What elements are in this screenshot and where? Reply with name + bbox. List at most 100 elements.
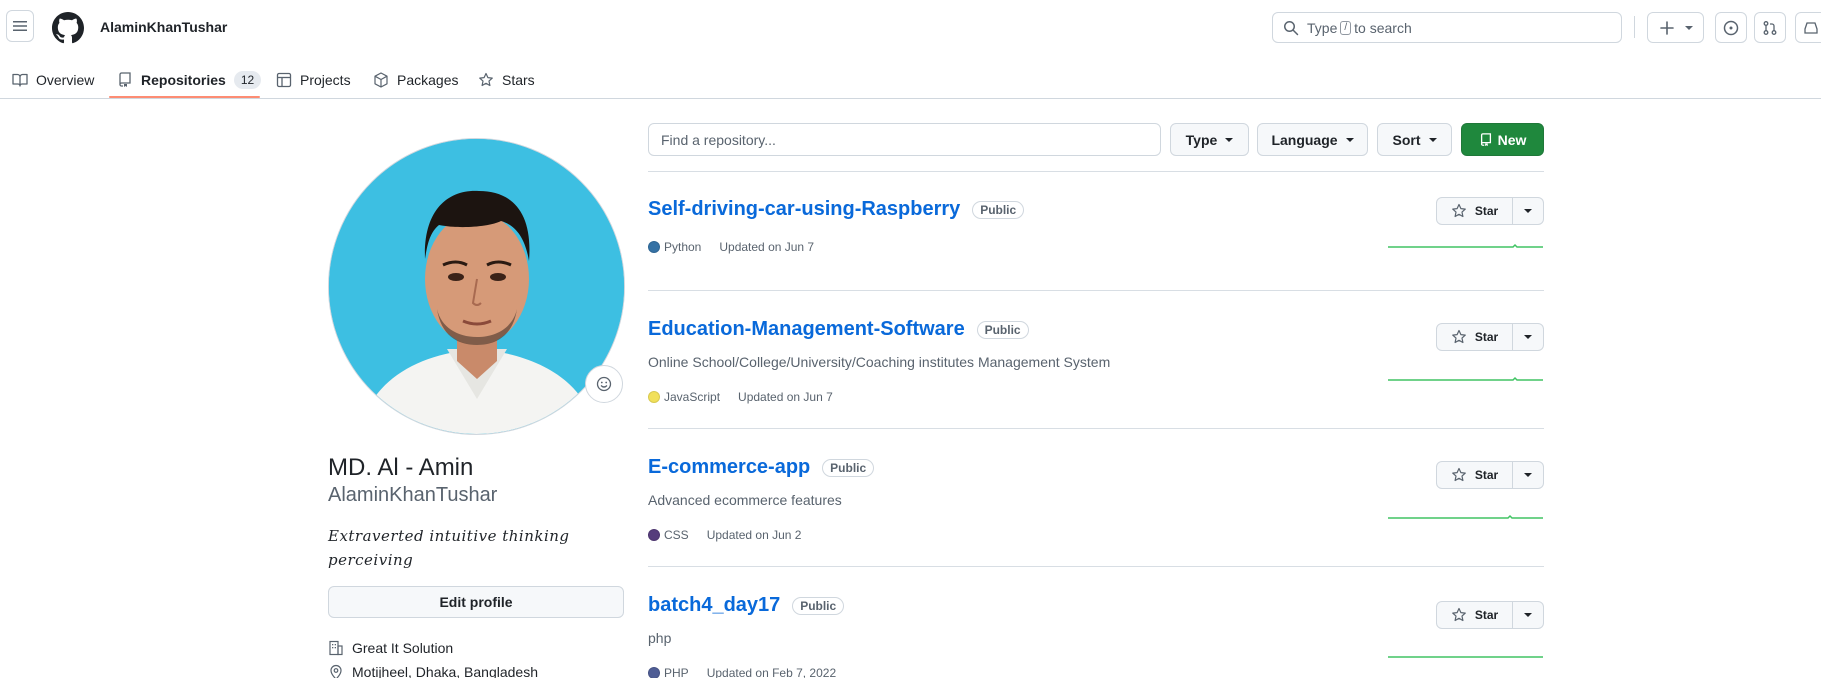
chevron-down-icon xyxy=(1345,137,1354,142)
inbox-button[interactable] xyxy=(1795,12,1821,43)
set-status-button[interactable] xyxy=(585,365,623,403)
star-button[interactable]: Star xyxy=(1436,461,1513,489)
book-icon xyxy=(12,73,28,87)
tab-repositories-label: Repositories xyxy=(141,71,226,88)
repo-language: CSS xyxy=(664,528,689,542)
repo-meta: CSS Updated on Jun 2 xyxy=(648,528,801,542)
profile-location: Motijheel, Dhaka, Bangladesh xyxy=(328,664,538,678)
tab-packages-label: Packages xyxy=(397,71,459,88)
star-label: Star xyxy=(1474,330,1499,344)
repo-meta: PHP Updated on Feb 7, 2022 xyxy=(648,666,836,678)
repo-name-link[interactable]: E-commerce-app xyxy=(648,456,810,479)
top-header: AlaminKhanTushar Type / to search xyxy=(0,0,1821,54)
profile-avatar[interactable] xyxy=(328,138,625,435)
repo-updated: Updated on Jun 2 xyxy=(706,528,802,542)
star-button-group: Star xyxy=(1436,323,1544,351)
star-list-dropdown[interactable] xyxy=(1513,461,1544,489)
hamburger-menu-button[interactable] xyxy=(6,10,34,42)
star-list-dropdown[interactable] xyxy=(1513,323,1544,351)
repo-description: Online School/College/University/Coachin… xyxy=(648,354,1111,370)
type-filter-label: Type xyxy=(1185,131,1218,148)
star-button[interactable]: Star xyxy=(1436,323,1513,351)
repo-count-badge: 12 xyxy=(233,70,262,89)
list-divider xyxy=(648,428,1544,429)
edit-profile-button[interactable]: Edit profile xyxy=(328,586,624,618)
list-divider xyxy=(648,171,1544,172)
tab-projects[interactable]: Projects xyxy=(276,60,351,99)
star-list-dropdown[interactable] xyxy=(1513,601,1544,629)
active-tab-indicator xyxy=(109,96,260,98)
profile-login: AlaminKhanTushar xyxy=(328,484,498,506)
find-repository-input[interactable] xyxy=(648,123,1161,156)
table-icon xyxy=(276,72,292,87)
repo-language: Python xyxy=(664,240,702,254)
pull-requests-button[interactable] xyxy=(1754,12,1786,43)
list-divider xyxy=(648,290,1544,291)
activity-sparkline xyxy=(1388,376,1543,381)
search-shortcut-key: / xyxy=(1340,20,1352,35)
tab-overview-label: Overview xyxy=(36,71,95,88)
profile-company: Great It Solution xyxy=(328,640,453,656)
inbox-icon xyxy=(1804,21,1818,34)
tab-packages[interactable]: Packages xyxy=(373,60,458,99)
star-label: Star xyxy=(1474,204,1499,218)
global-search-input[interactable]: Type / to search xyxy=(1272,12,1622,43)
repo-updated: Updated on Jun 7 xyxy=(719,240,815,254)
repo-name-link[interactable]: batch4_day17 xyxy=(648,594,780,617)
chevron-down-icon xyxy=(1225,137,1234,142)
sort-filter-label: Sort xyxy=(1392,131,1421,148)
new-repository-button[interactable]: New xyxy=(1461,123,1544,156)
repo-description: Advanced ecommerce features xyxy=(648,492,842,508)
language-color-dot xyxy=(648,667,660,678)
header-username-link[interactable]: AlaminKhanTushar xyxy=(100,19,227,35)
hamburger-icon xyxy=(13,21,27,31)
repo-name-link[interactable]: Education-Management-Software xyxy=(648,318,965,341)
visibility-badge: Public xyxy=(792,596,845,615)
github-logo-icon[interactable] xyxy=(52,12,84,44)
profile-company-text: Great It Solution xyxy=(352,640,454,656)
activity-sparkline xyxy=(1388,243,1543,248)
tab-stars[interactable]: Stars xyxy=(478,60,535,99)
star-button[interactable]: Star xyxy=(1436,197,1513,225)
profile-location-text: Motijheel, Dhaka, Bangladesh xyxy=(352,664,539,678)
chevron-down-icon xyxy=(1524,473,1532,477)
star-button[interactable]: Star xyxy=(1436,601,1513,629)
type-filter-button[interactable]: Type xyxy=(1170,123,1249,156)
tab-repositories[interactable]: Repositories 12 xyxy=(117,60,262,99)
language-filter-label: Language xyxy=(1271,131,1338,148)
search-icon xyxy=(1284,20,1299,35)
star-icon xyxy=(1451,607,1466,622)
issue-opened-icon xyxy=(1723,20,1739,35)
repo-list-item: Self-driving-car-using-Raspberry Public … xyxy=(648,197,1544,290)
star-icon xyxy=(1451,203,1466,218)
create-new-button[interactable] xyxy=(1647,12,1704,43)
chevron-down-icon xyxy=(1428,137,1437,142)
star-icon xyxy=(1451,329,1466,344)
new-repository-label: New xyxy=(1497,131,1527,148)
repo-icon xyxy=(1480,132,1491,146)
repo-name-link[interactable]: Self-driving-car-using-Raspberry xyxy=(648,198,960,221)
visibility-badge: Public xyxy=(822,458,875,477)
package-icon xyxy=(374,71,388,88)
repo-meta: JavaScript Updated on Jun 7 xyxy=(648,390,833,404)
repo-language: PHP xyxy=(664,666,689,678)
chevron-down-icon xyxy=(1524,613,1532,617)
git-pull-request-icon xyxy=(1763,20,1777,35)
star-button-group: Star xyxy=(1436,197,1544,225)
tab-projects-label: Projects xyxy=(300,71,351,88)
search-prefix-text: Type xyxy=(1307,19,1338,36)
profile-full-name: MD. Al - Amin xyxy=(328,454,474,481)
repo-list-item: batch4_day17 Public php PHP Updated on F… xyxy=(648,594,1544,678)
star-icon xyxy=(1451,467,1466,482)
sort-filter-button[interactable]: Sort xyxy=(1377,123,1452,156)
visibility-badge: Public xyxy=(976,320,1029,339)
language-color-dot xyxy=(648,241,660,253)
language-filter-button[interactable]: Language xyxy=(1257,123,1368,156)
tab-overview[interactable]: Overview xyxy=(12,60,94,99)
activity-sparkline xyxy=(1388,514,1543,519)
star-list-dropdown[interactable] xyxy=(1513,197,1544,225)
list-divider xyxy=(648,566,1544,567)
repo-language: JavaScript xyxy=(664,390,721,404)
issues-button[interactable] xyxy=(1715,12,1747,43)
organization-icon xyxy=(329,640,343,656)
